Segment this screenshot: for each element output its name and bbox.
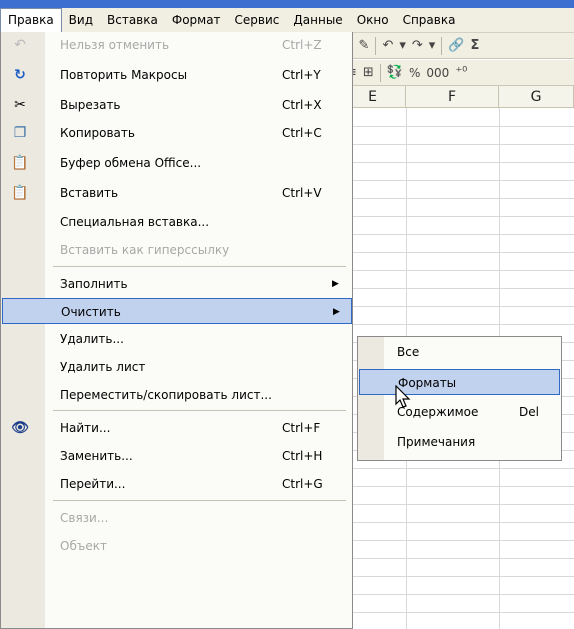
redo-icon[interactable]: ↷	[412, 38, 423, 53]
grid-line	[340, 522, 574, 523]
grid-line	[340, 180, 574, 181]
paste-icon: 📋	[11, 185, 29, 201]
menu-item-paste-as-hyperlink: Вставить как гиперссылку	[60, 243, 230, 257]
mouse-pointer-icon	[395, 385, 411, 408]
grid-line	[340, 504, 574, 505]
merge-center-icon[interactable]: ⊞	[363, 65, 374, 80]
grid-line	[340, 594, 574, 595]
dropdown-arrow-icon[interactable]: ▾	[429, 38, 436, 53]
redo-icon: ↻	[14, 67, 26, 83]
menu-item-redo[interactable]: ↻ Повторить Макросы Ctrl+Y	[2, 62, 352, 88]
menu-item-find[interactable]: 👁 Найти... Ctrl+F	[2, 415, 352, 441]
grid-line	[340, 144, 574, 145]
menu-separator	[53, 500, 346, 501]
binoculars-icon: 👁	[11, 420, 29, 436]
menu-format[interactable]: Формат	[165, 9, 228, 31]
grid-line	[340, 234, 574, 235]
menu-separator	[53, 266, 346, 267]
menu-view[interactable]: Вид	[62, 9, 100, 31]
menu-item-office-clipboard[interactable]: 📋 Буфер обмена Office...	[2, 150, 352, 176]
grid-line	[340, 324, 574, 325]
grid-line	[340, 162, 574, 163]
clipboard-icon: 📋	[11, 155, 29, 171]
grid-line	[340, 198, 574, 199]
grid-line	[340, 612, 574, 613]
menu-item-copy[interactable]: ❐ Копировать Ctrl+C	[2, 120, 352, 146]
grid-line	[340, 288, 574, 289]
submenu-arrow-icon: ▶	[333, 307, 340, 317]
clear-submenu: Все Форматы Содержимое Del Примечания	[357, 336, 562, 461]
menu-data[interactable]: Данные	[286, 9, 349, 31]
menu-item-links: Связи...	[60, 511, 109, 525]
grid-line	[340, 468, 574, 469]
column-header-f[interactable]: F	[406, 86, 499, 108]
grid-line	[340, 306, 574, 307]
grid-line	[340, 216, 574, 217]
toolbar-separator	[441, 36, 443, 55]
grid-line	[340, 576, 574, 577]
menu-item-replace[interactable]: Заменить... Ctrl+H	[2, 443, 352, 469]
scissors-icon: ✂	[14, 97, 26, 113]
undo-icon[interactable]: ↶	[382, 38, 393, 53]
formatting-toolbar: ≡ ⊞ 💱 % 000 ⁺⁰	[340, 60, 574, 86]
menu-help[interactable]: Справка	[396, 9, 463, 31]
menu-item-paste[interactable]: 📋 Вставить Ctrl+V	[2, 180, 352, 206]
column-header-g[interactable]: G	[499, 86, 574, 108]
toolbar-separator	[379, 63, 381, 82]
menu-window[interactable]: Окно	[350, 9, 396, 31]
menu-item-clear[interactable]: Очистить ▶	[2, 298, 352, 324]
copy-icon: ❐	[13, 125, 27, 141]
grid-line	[340, 486, 574, 487]
dropdown-arrow-icon[interactable]: ▾	[399, 38, 406, 53]
currency-icon[interactable]: 💱	[387, 65, 403, 80]
standard-toolbar: ▾ ✎ ↶ ▾ ↷ ▾ 🔗 Σ	[340, 33, 574, 59]
percent-style-button[interactable]: %	[409, 66, 420, 80]
increase-decimal-icon[interactable]: ⁺⁰	[455, 65, 467, 80]
menu-edit[interactable]: Правка	[0, 8, 62, 32]
grid-line	[340, 270, 574, 271]
thousands-separator-button[interactable]: 000	[426, 66, 449, 80]
submenu-item-all[interactable]: Все	[359, 339, 560, 365]
grid-line	[340, 540, 574, 541]
toolbar-separator	[375, 36, 377, 55]
menu-item-delete[interactable]: Удалить...	[2, 326, 352, 352]
menu-item-cut[interactable]: ✂ Вырезать Ctrl+X	[2, 92, 352, 118]
hyperlink-icon[interactable]: 🔗	[448, 38, 464, 53]
menu-item-move-copy-sheet[interactable]: Переместить/скопировать лист...	[2, 382, 352, 408]
submenu-item-formats[interactable]: Форматы	[359, 369, 560, 395]
menu-item-object: Объект	[60, 539, 107, 553]
submenu-item-comments[interactable]: Примечания	[359, 429, 560, 455]
menu-bar: Правка Вид Вставка Формат Сервис Данные …	[0, 8, 574, 33]
menu-item-paste-special[interactable]: Специальная вставка...	[2, 209, 352, 235]
menu-item-undo: ↶ Нельзя отменить Ctrl+Z	[2, 32, 352, 58]
undo-icon: ↶	[14, 37, 26, 53]
menu-insert[interactable]: Вставка	[100, 9, 165, 31]
submenu-arrow-icon: ▶	[332, 279, 339, 289]
autosum-icon[interactable]: Σ	[471, 38, 480, 53]
menu-item-fill[interactable]: Заполнить ▶	[2, 271, 352, 297]
submenu-item-contents[interactable]: Содержимое Del	[359, 399, 560, 425]
grid-line	[340, 252, 574, 253]
menu-item-delete-sheet[interactable]: Удалить лист	[2, 354, 352, 380]
menu-item-goto[interactable]: Перейти... Ctrl+G	[2, 471, 352, 497]
grid-line	[340, 126, 574, 127]
grid-line	[340, 558, 574, 559]
edit-menu-dropdown: ↶ Нельзя отменить Ctrl+Z ↻ Повторить Мак…	[0, 32, 353, 629]
menu-tools[interactable]: Сервис	[228, 9, 287, 31]
pen-icon[interactable]: ✎	[359, 38, 370, 53]
menu-separator	[53, 410, 346, 411]
